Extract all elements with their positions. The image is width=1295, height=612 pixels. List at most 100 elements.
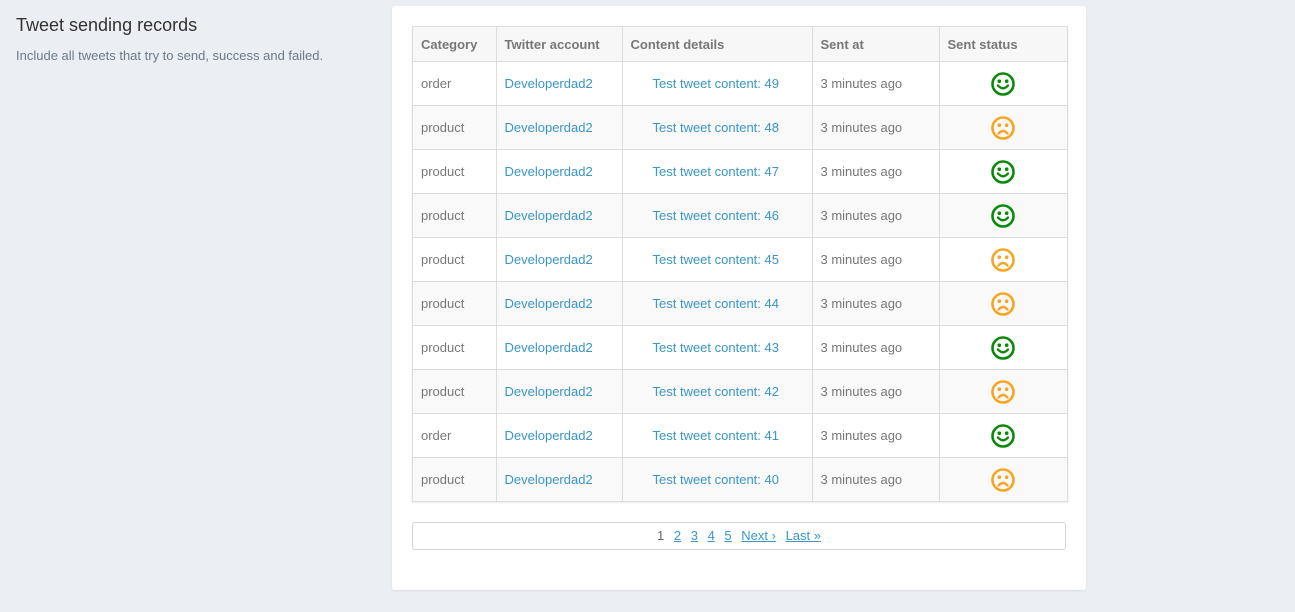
table-header-row: Category Twitter account Content details… [413, 27, 1067, 62]
cell-sent-at: 3 minutes ago [812, 61, 940, 106]
twitter-account-link[interactable]: Developerdad2 [505, 340, 593, 355]
cell-sent-status [939, 149, 1067, 194]
content-details-link[interactable]: Test tweet content: 44 [653, 296, 779, 311]
cell-twitter-account: Developerdad2 [496, 149, 623, 194]
pagination-page-4[interactable]: 4 [708, 528, 715, 543]
cell-category: product [413, 281, 497, 326]
frown-icon [991, 247, 1016, 272]
cell-content-details: Test tweet content: 49 [622, 61, 813, 106]
smile-icon [991, 423, 1016, 448]
cell-category: product [413, 149, 497, 194]
cell-content-details: Test tweet content: 43 [622, 325, 813, 370]
column-header-content-details: Content details [622, 27, 813, 62]
pagination-current-page: 1 [656, 528, 665, 543]
smile-icon [991, 203, 1016, 228]
cell-sent-status [939, 325, 1067, 370]
cell-content-details: Test tweet content: 48 [622, 105, 813, 150]
content-details-link[interactable]: Test tweet content: 41 [653, 428, 779, 443]
records-card: Category Twitter account Content details… [392, 6, 1086, 590]
table-row: product Developerdad2 Test tweet content: … [413, 149, 1067, 194]
frown-icon [991, 115, 1016, 140]
content-details-link[interactable]: Test tweet content: 46 [653, 208, 779, 223]
cell-category: product [413, 105, 497, 150]
smile-icon [991, 159, 1016, 184]
twitter-account-link[interactable]: Developerdad2 [505, 428, 593, 443]
cell-twitter-account: Developerdad2 [496, 237, 623, 282]
cell-twitter-account: Developerdad2 [496, 325, 623, 370]
table-row: product Developerdad2 Test tweet content: … [413, 105, 1067, 150]
content-details-link[interactable]: Test tweet content: 49 [653, 76, 779, 91]
table-row: order Developerdad2 Test tweet content: 41… [413, 413, 1067, 458]
content-details-link[interactable]: Test tweet content: 42 [653, 384, 779, 399]
table-row: order Developerdad2 Test tweet content: 49… [413, 61, 1067, 106]
cell-sent-at: 3 minutes ago [812, 281, 940, 326]
cell-sent-at: 3 minutes ago [812, 105, 940, 150]
frown-icon [991, 291, 1016, 316]
cell-sent-status [939, 237, 1067, 282]
table-row: product Developerdad2 Test tweet content: … [413, 237, 1067, 282]
pagination-page-2[interactable]: 2 [674, 528, 681, 543]
cell-sent-at: 3 minutes ago [812, 193, 940, 238]
cell-content-details: Test tweet content: 41 [622, 413, 813, 458]
cell-content-details: Test tweet content: 47 [622, 149, 813, 194]
cell-sent-at: 3 minutes ago [812, 325, 940, 370]
smile-icon [991, 335, 1016, 360]
cell-twitter-account: Developerdad2 [496, 61, 623, 106]
cell-sent-at: 3 minutes ago [812, 457, 940, 501]
column-header-twitter-account: Twitter account [496, 27, 623, 62]
records-table: Category Twitter account Content details… [413, 27, 1067, 501]
pagination-page-5[interactable]: 5 [724, 528, 731, 543]
table-row: product Developerdad2 Test tweet content: … [413, 369, 1067, 414]
content-details-link[interactable]: Test tweet content: 45 [653, 252, 779, 267]
column-header-sent-at: Sent at [812, 27, 940, 62]
cell-sent-status [939, 281, 1067, 326]
twitter-account-link[interactable]: Developerdad2 [505, 252, 593, 267]
content-details-link[interactable]: Test tweet content: 47 [653, 164, 779, 179]
cell-category: order [413, 413, 497, 458]
table-row: product Developerdad2 Test tweet content: … [413, 457, 1067, 501]
twitter-account-link[interactable]: Developerdad2 [505, 164, 593, 179]
cell-sent-status [939, 193, 1067, 238]
records-table-wrapper: Category Twitter account Content details… [412, 26, 1068, 502]
cell-sent-status [939, 61, 1067, 106]
cell-twitter-account: Developerdad2 [496, 369, 623, 414]
cell-category: order [413, 61, 497, 106]
cell-content-details: Test tweet content: 44 [622, 281, 813, 326]
twitter-account-link[interactable]: Developerdad2 [505, 76, 593, 91]
content-details-link[interactable]: Test tweet content: 48 [653, 120, 779, 135]
page-header: Tweet sending records Include all tweets… [16, 14, 376, 65]
cell-category: product [413, 193, 497, 238]
table-row: product Developerdad2 Test tweet content: … [413, 281, 1067, 326]
cell-category: product [413, 237, 497, 282]
cell-twitter-account: Developerdad2 [496, 281, 623, 326]
cell-sent-status [939, 105, 1067, 150]
cell-sent-at: 3 minutes ago [812, 413, 940, 458]
cell-content-details: Test tweet content: 40 [622, 457, 813, 501]
content-details-link[interactable]: Test tweet content: 43 [653, 340, 779, 355]
twitter-account-link[interactable]: Developerdad2 [505, 472, 593, 487]
table-row: product Developerdad2 Test tweet content: … [413, 325, 1067, 370]
pagination-last-link[interactable]: Last » [786, 528, 821, 543]
cell-category: product [413, 457, 497, 501]
pagination-page-3[interactable]: 3 [691, 528, 698, 543]
smile-icon [991, 71, 1016, 96]
twitter-account-link[interactable]: Developerdad2 [505, 120, 593, 135]
column-header-sent-status: Sent status [939, 27, 1067, 62]
page-description: Include all tweets that try to send, suc… [16, 48, 324, 63]
cell-content-details: Test tweet content: 45 [622, 237, 813, 282]
cell-category: product [413, 369, 497, 414]
cell-content-details: Test tweet content: 46 [622, 193, 813, 238]
pagination-next-link[interactable]: Next › [741, 528, 776, 543]
frown-icon [991, 467, 1016, 492]
twitter-account-link[interactable]: Developerdad2 [505, 296, 593, 311]
cell-sent-status [939, 457, 1067, 501]
cell-category: product [413, 325, 497, 370]
twitter-account-link[interactable]: Developerdad2 [505, 384, 593, 399]
content-details-link[interactable]: Test tweet content: 40 [653, 472, 779, 487]
cell-content-details: Test tweet content: 42 [622, 369, 813, 414]
cell-twitter-account: Developerdad2 [496, 193, 623, 238]
cell-sent-status [939, 413, 1067, 458]
twitter-account-link[interactable]: Developerdad2 [505, 208, 593, 223]
cell-sent-at: 3 minutes ago [812, 149, 940, 194]
cell-twitter-account: Developerdad2 [496, 457, 623, 501]
